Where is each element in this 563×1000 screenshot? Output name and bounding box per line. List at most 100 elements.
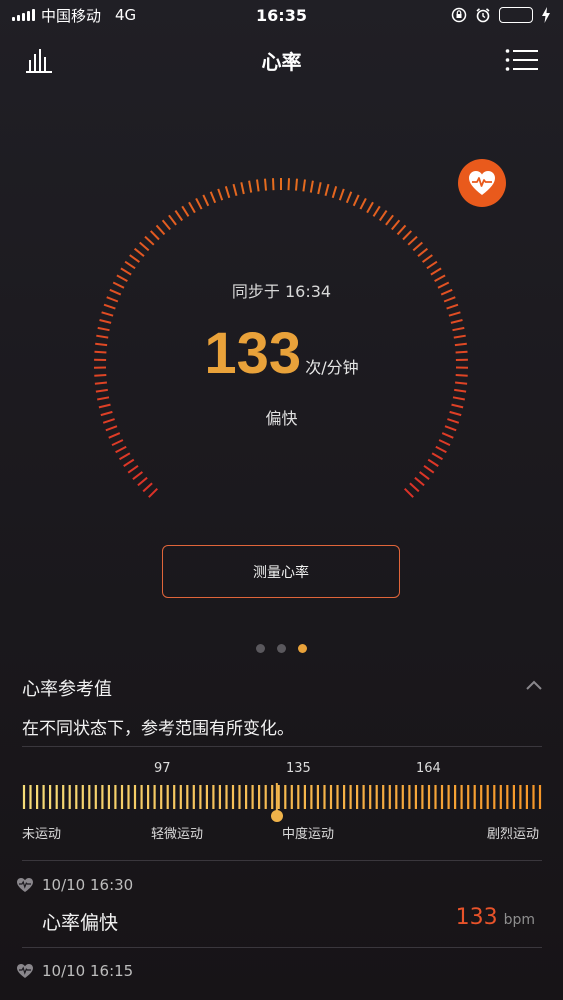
gauge-tick bbox=[409, 482, 420, 493]
gauge-tick bbox=[142, 482, 153, 493]
gauge-tick bbox=[324, 183, 330, 196]
gauge-tick bbox=[202, 194, 210, 207]
reference-description: 在不同状态下，参考范围有所变化。 bbox=[22, 719, 294, 739]
page-dot[interactable] bbox=[256, 644, 265, 653]
network-type: 4G bbox=[115, 6, 137, 24]
heart-rate-value: 133 bbox=[204, 321, 302, 386]
gauge-tick bbox=[195, 197, 203, 210]
chevron-up-icon[interactable] bbox=[525, 678, 543, 692]
threshold-label: 97 bbox=[154, 761, 171, 776]
gauge-tick bbox=[412, 241, 423, 252]
heart-rate-range-scale bbox=[22, 783, 542, 811]
gauge-tick bbox=[168, 214, 177, 226]
level-label: 轻微运动 bbox=[151, 827, 204, 842]
gauge-tick bbox=[422, 254, 433, 263]
gauge-tick bbox=[149, 230, 160, 241]
gauge-tick bbox=[127, 464, 139, 474]
gauge-tick bbox=[359, 197, 367, 210]
record-value: 133 bpm bbox=[455, 905, 535, 930]
level-label: 未运动 bbox=[22, 827, 62, 842]
gauge-tick bbox=[248, 180, 253, 193]
gauge-tick bbox=[108, 432, 121, 439]
reference-section-title: 心率参考值 bbox=[22, 679, 112, 700]
record-timestamp: 10/10 16:30 bbox=[16, 876, 133, 894]
measure-heart-rate-button[interactable]: 测量心率 bbox=[162, 545, 400, 598]
navigation-bar: 心率 bbox=[0, 40, 563, 80]
gauge-tick bbox=[132, 471, 144, 480]
gauge-tick bbox=[391, 219, 401, 231]
charging-bolt-icon bbox=[542, 7, 550, 23]
gauge-tick bbox=[118, 452, 131, 461]
gauge-tick bbox=[435, 445, 447, 454]
gauge-tick bbox=[441, 432, 454, 439]
gauge-tick bbox=[111, 439, 124, 447]
gauge-tick bbox=[430, 267, 442, 276]
gauge-tick bbox=[309, 180, 314, 193]
gauge-tick bbox=[402, 230, 413, 241]
gauge-tick bbox=[120, 267, 132, 276]
gauge-tick bbox=[209, 191, 217, 204]
gauge-tick bbox=[345, 191, 353, 204]
page-title: 心率 bbox=[261, 50, 302, 74]
gauge-tick bbox=[396, 224, 407, 236]
gauge-tick bbox=[97, 396, 110, 401]
status-bar: 中国移动 4G 16:35 bbox=[0, 0, 563, 30]
gauge-tick bbox=[423, 464, 435, 474]
heart-rate-status: 偏快 bbox=[265, 409, 298, 428]
gauge-tick bbox=[148, 487, 159, 498]
record-label: 心率偏快 bbox=[42, 912, 119, 934]
level-label: 中度运动 bbox=[282, 827, 335, 842]
gauge-tick bbox=[378, 210, 388, 222]
gauge-tick bbox=[137, 476, 148, 487]
gauge-tick bbox=[240, 182, 245, 195]
alarm-clock-icon bbox=[476, 8, 490, 23]
gauge-tick bbox=[338, 188, 345, 201]
threshold-label: 135 bbox=[286, 761, 311, 776]
heart-pulse-icon[interactable] bbox=[458, 159, 506, 207]
gauge-tick bbox=[217, 188, 224, 201]
page-dot-active[interactable] bbox=[298, 644, 307, 653]
heart-pulse-small-icon bbox=[17, 878, 33, 892]
gauge-tick bbox=[418, 471, 430, 480]
menu-list-icon[interactable] bbox=[505, 48, 539, 72]
gauge-tick bbox=[317, 182, 322, 195]
gauge-tick bbox=[123, 458, 135, 467]
gauge-tick bbox=[454, 388, 467, 393]
page-indicator bbox=[0, 644, 563, 653]
divider bbox=[22, 860, 542, 861]
gauge-tick bbox=[427, 458, 439, 467]
gauge-tick bbox=[155, 224, 166, 236]
gauge-tick bbox=[331, 186, 338, 199]
gauge-tick bbox=[295, 178, 298, 191]
gauge-tick bbox=[452, 396, 465, 401]
gauge-tick bbox=[438, 439, 451, 447]
threshold-label: 164 bbox=[416, 761, 441, 776]
record-timestamp: 10/10 16:15 bbox=[16, 962, 133, 980]
gauge-tick bbox=[272, 178, 275, 191]
gauge-tick bbox=[181, 205, 190, 217]
gauge-tick bbox=[414, 476, 425, 487]
gauge-tick bbox=[403, 487, 414, 498]
rotation-lock-icon bbox=[451, 7, 467, 23]
sync-time-text: 同步于 16:34 bbox=[231, 282, 332, 301]
gauge-tick bbox=[124, 260, 136, 270]
carrier-name: 中国移动 bbox=[41, 6, 102, 25]
page-dot[interactable] bbox=[277, 644, 286, 653]
gauge-tick bbox=[431, 452, 444, 461]
gauge-tick bbox=[144, 235, 155, 246]
gauge-tick bbox=[139, 241, 150, 252]
gauge-tick bbox=[256, 179, 260, 192]
gauge-tick bbox=[426, 260, 438, 270]
gauge-tick bbox=[352, 194, 360, 207]
level-label: 剧烈运动 bbox=[487, 827, 540, 842]
gauge-tick bbox=[417, 247, 429, 257]
gauge-tick bbox=[385, 214, 394, 226]
gauge-tick bbox=[407, 235, 418, 246]
divider bbox=[22, 746, 542, 747]
current-value-dot bbox=[271, 810, 283, 822]
gauge-tick bbox=[366, 201, 374, 214]
gauge-tick bbox=[302, 179, 306, 192]
gauge-tick bbox=[103, 303, 116, 310]
gauge-tick bbox=[188, 201, 196, 214]
gauge-tick bbox=[372, 205, 381, 217]
